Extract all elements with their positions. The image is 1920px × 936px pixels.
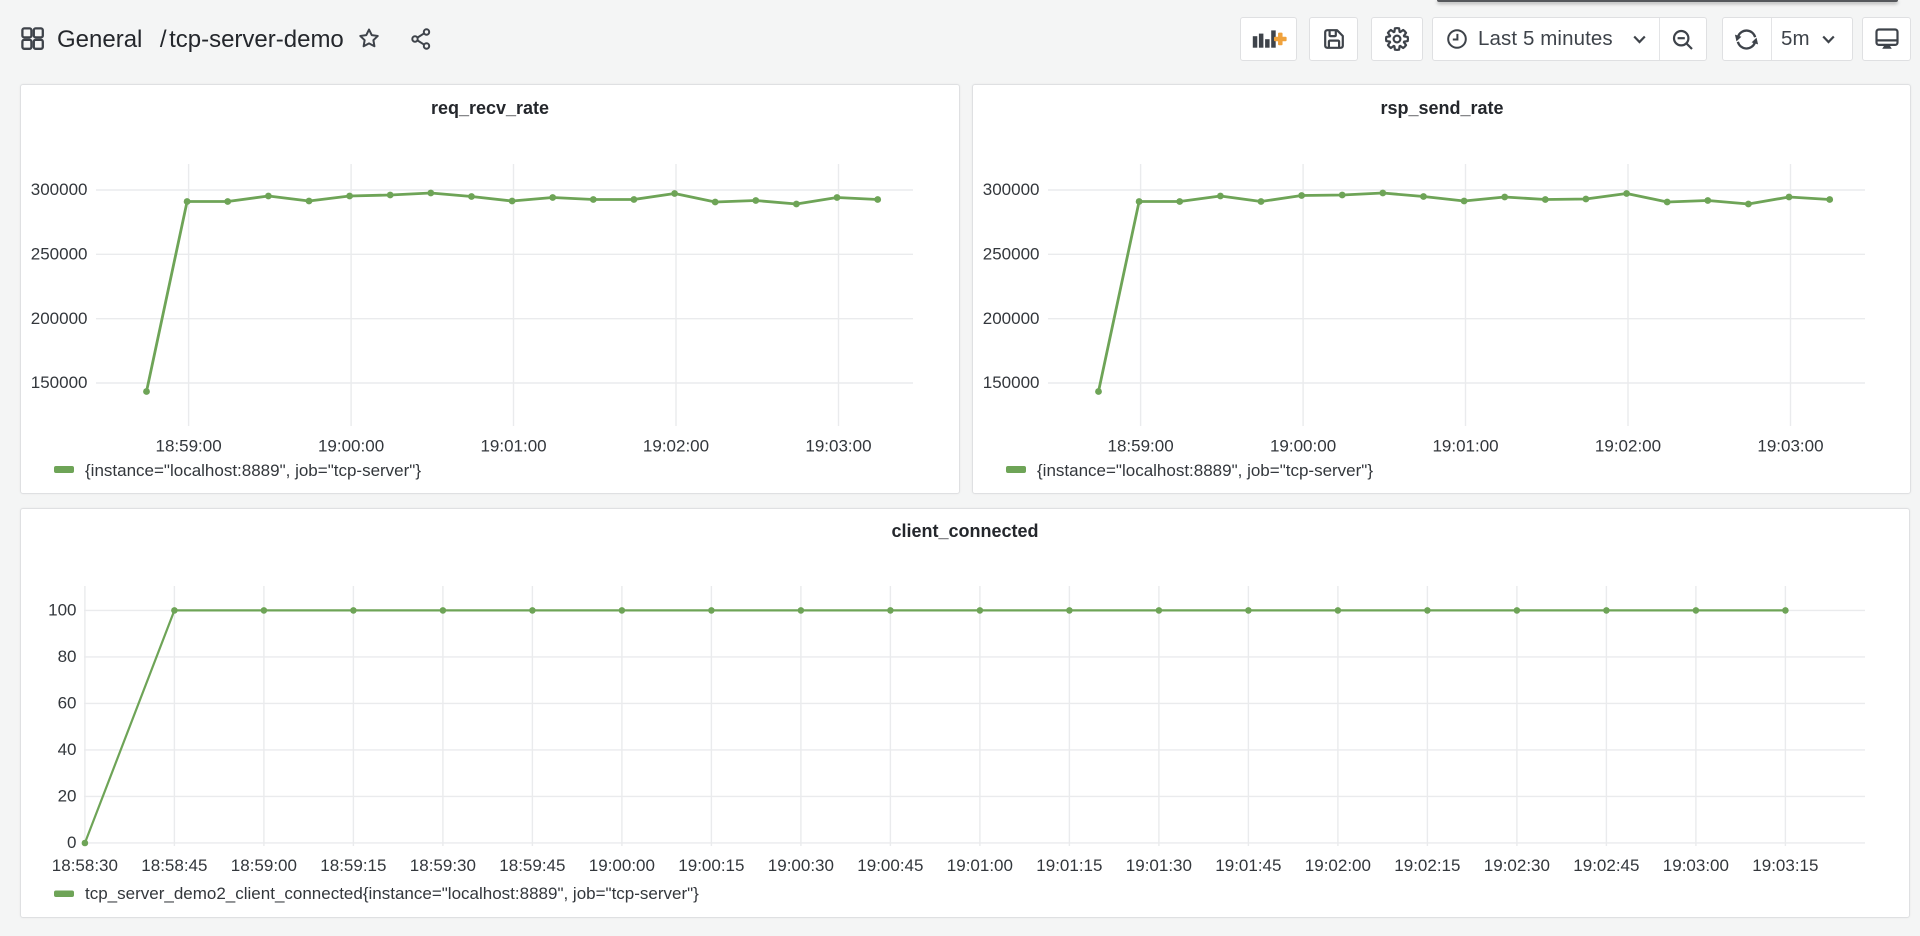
svg-text:18:59:15: 18:59:15 (320, 856, 386, 875)
svg-text:150000: 150000 (31, 373, 88, 392)
svg-text:200000: 200000 (983, 309, 1040, 328)
svg-text:19:02:00: 19:02:00 (1305, 856, 1371, 875)
svg-text:200000: 200000 (31, 309, 88, 328)
svg-text:19:02:30: 19:02:30 (1484, 856, 1550, 875)
svg-text:300000: 300000 (31, 180, 88, 199)
svg-text:0: 0 (67, 833, 76, 852)
svg-text:18:59:45: 18:59:45 (499, 856, 565, 875)
svg-text:250000: 250000 (31, 245, 88, 264)
svg-text:19:02:00: 19:02:00 (643, 437, 709, 456)
svg-text:19:03:15: 19:03:15 (1752, 856, 1818, 875)
svg-text:300000: 300000 (983, 180, 1040, 199)
svg-text:19:01:00: 19:01:00 (480, 437, 546, 456)
svg-text:19:02:15: 19:02:15 (1394, 856, 1460, 875)
svg-text:19:01:45: 19:01:45 (1215, 856, 1281, 875)
svg-text:req_recv_rate: req_recv_rate (431, 98, 549, 118)
svg-text:19:00:00: 19:00:00 (589, 856, 655, 875)
svg-text:40: 40 (58, 740, 77, 759)
svg-text:{instance="localhost:8889", jo: {instance="localhost:8889", job="tcp-ser… (1037, 461, 1373, 480)
svg-text:19:01:15: 19:01:15 (1036, 856, 1102, 875)
svg-text:19:00:15: 19:00:15 (678, 856, 744, 875)
svg-text:19:01:00: 19:01:00 (1432, 437, 1498, 456)
svg-text:80: 80 (58, 647, 77, 666)
svg-text:19:01:00: 19:01:00 (947, 856, 1013, 875)
svg-text:rsp_send_rate: rsp_send_rate (1380, 98, 1503, 118)
svg-text:19:00:00: 19:00:00 (318, 437, 384, 456)
svg-text:150000: 150000 (983, 373, 1040, 392)
svg-text:19:00:30: 19:00:30 (768, 856, 834, 875)
svg-text:19:03:00: 19:03:00 (1663, 856, 1729, 875)
svg-text:20: 20 (58, 787, 77, 806)
svg-text:19:03:00: 19:03:00 (805, 437, 871, 456)
svg-text:19:03:00: 19:03:00 (1757, 437, 1823, 456)
svg-text:19:01:30: 19:01:30 (1126, 856, 1192, 875)
svg-text:tcp_server_demo2_client_connec: tcp_server_demo2_client_connected{instan… (85, 884, 699, 903)
svg-text:60: 60 (58, 694, 77, 713)
svg-text:19:00:00: 19:00:00 (1270, 437, 1336, 456)
svg-text:19:00:45: 19:00:45 (857, 856, 923, 875)
svg-text:18:59:00: 18:59:00 (1108, 437, 1174, 456)
svg-text:18:58:30: 18:58:30 (52, 856, 118, 875)
svg-text:19:02:45: 19:02:45 (1573, 856, 1639, 875)
svg-text:100: 100 (48, 601, 76, 620)
svg-text:{instance="localhost:8889", jo: {instance="localhost:8889", job="tcp-ser… (85, 461, 421, 480)
svg-text:18:59:00: 18:59:00 (156, 437, 222, 456)
svg-text:client_connected: client_connected (891, 521, 1038, 541)
svg-text:19:02:00: 19:02:00 (1595, 437, 1661, 456)
svg-text:18:59:30: 18:59:30 (410, 856, 476, 875)
svg-text:250000: 250000 (983, 245, 1040, 264)
svg-text:18:58:45: 18:58:45 (141, 856, 207, 875)
svg-text:18:59:00: 18:59:00 (231, 856, 297, 875)
